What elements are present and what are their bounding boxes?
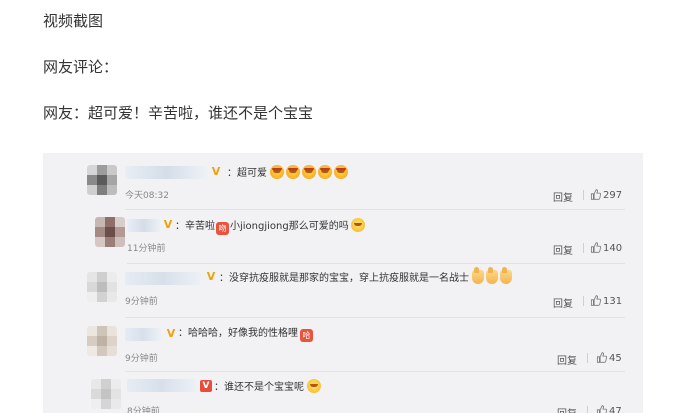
like-count: 47 — [609, 406, 622, 413]
emoji-icon — [270, 165, 285, 179]
emoji-icon — [472, 267, 485, 284]
username-blurred[interactable] — [127, 379, 197, 392]
divider — [583, 296, 584, 306]
like-button[interactable]: 131 — [590, 295, 622, 307]
divider — [587, 406, 588, 413]
emoji-icon — [302, 165, 317, 179]
reply-button[interactable]: 回复 — [553, 242, 573, 257]
avatar — [87, 326, 117, 356]
v-badge-icon: V — [166, 327, 176, 340]
reply-button[interactable]: 回复 — [557, 352, 577, 367]
comment-text: ：超可爱 — [227, 165, 350, 181]
emoji-icon — [286, 165, 301, 179]
emoji-icon — [500, 267, 513, 284]
comment-text: ：没穿抗疫服就是那家的宝宝，穿上抗疫服就是一名战士 — [219, 267, 514, 286]
emoji-icon — [307, 379, 322, 393]
comment-time: 今天08:32 — [125, 191, 169, 201]
emoji-icon — [486, 267, 499, 284]
like-count: 297 — [603, 190, 623, 201]
comment-text: ：哈哈哈，好像我的性格哩哈 — [178, 327, 314, 342]
emoji-icon: 吻 — [216, 222, 229, 235]
emoji-icon — [318, 165, 333, 179]
like-button[interactable]: 45 — [596, 352, 622, 364]
weibo-comments-screenshot: V ：超可爱 今天08:32 回复 297 V ：辛苦啦吻小jiongjiong… — [43, 153, 643, 413]
like-button[interactable]: 140 — [590, 242, 622, 254]
username-blurred[interactable] — [125, 272, 201, 285]
username-blurred[interactable] — [125, 328, 161, 341]
v-badge-icon: V — [211, 165, 221, 178]
divider — [583, 190, 584, 200]
divider — [583, 243, 584, 253]
comment-row: V ：谁还不是个宝宝呢 8分钟前 回复 47 — [43, 371, 643, 413]
comment-row: V ：超可爱 今天08:32 回复 297 — [43, 153, 643, 209]
comment-time: 8分钟前 — [127, 407, 160, 413]
avatar — [87, 165, 117, 195]
quoted-comment: 网友：超可爱！辛苦啦，谁还不是个宝宝 — [43, 104, 314, 122]
comment-time: 11分钟前 — [127, 244, 166, 254]
emoji-icon: 哈 — [300, 329, 313, 342]
v-badge-icon: V — [163, 218, 173, 231]
comment-time: 9分钟前 — [125, 297, 158, 307]
emoji-icon — [350, 218, 365, 232]
emoji-icon — [334, 165, 349, 179]
avatar — [95, 217, 125, 247]
avatar — [87, 272, 117, 302]
thumbs-up-icon — [596, 352, 608, 363]
thumbs-up-icon — [590, 189, 602, 200]
divider — [587, 353, 588, 363]
like-count: 140 — [603, 243, 623, 254]
username-blurred[interactable] — [125, 166, 207, 179]
caption-netizen-comments: 网友评论： — [43, 58, 119, 76]
reply-button[interactable]: 回复 — [553, 189, 573, 204]
reply-button[interactable]: 回复 — [557, 405, 577, 413]
comment-text: ：辛苦啦吻小jiongjiong那么可爱的吗 — [175, 218, 367, 235]
like-button[interactable]: 47 — [596, 405, 622, 413]
caption-video-screenshot: 视频截图 — [43, 12, 104, 30]
like-button[interactable]: 297 — [590, 189, 622, 201]
thumbs-up-icon — [590, 242, 602, 253]
v-badge-icon: V — [206, 270, 216, 283]
comment-row: V ：哈哈哈，好像我的性格哩哈 9分钟前 回复 45 — [43, 317, 643, 371]
avatar — [91, 379, 121, 409]
comment-time: 9分钟前 — [125, 354, 158, 364]
reply-button[interactable]: 回复 — [553, 295, 573, 310]
thumbs-up-icon — [596, 405, 608, 413]
comment-row: V ：没穿抗疫服就是那家的宝宝，穿上抗疫服就是一名战士 9分钟前 回复 131 — [43, 263, 643, 317]
v-badge-icon: V — [200, 380, 212, 392]
like-count: 131 — [603, 296, 623, 307]
like-count: 45 — [609, 353, 622, 364]
comment-row: V ：辛苦啦吻小jiongjiong那么可爱的吗 11分钟前 回复 140 — [43, 209, 643, 263]
thumbs-up-icon — [590, 295, 602, 306]
username-blurred[interactable] — [127, 219, 161, 232]
comment-text: ：谁还不是个宝宝呢 — [214, 379, 323, 395]
